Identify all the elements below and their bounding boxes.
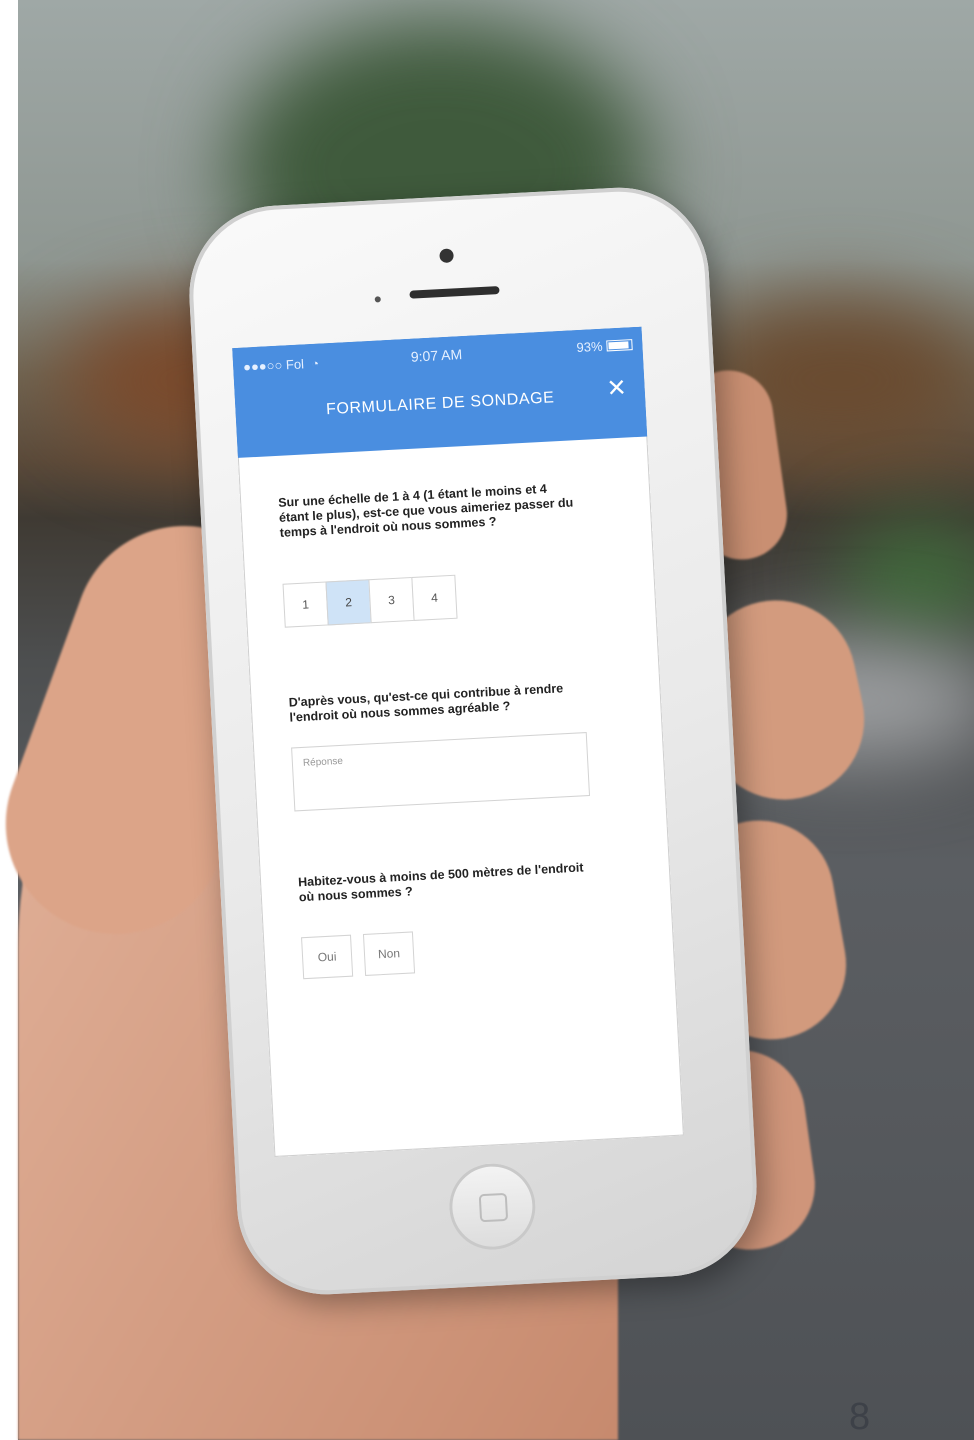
- battery-percent: 93%: [576, 338, 603, 356]
- no-button[interactable]: Non: [362, 931, 416, 976]
- home-button[interactable]: [447, 1161, 538, 1252]
- rating-option-1[interactable]: 1: [282, 581, 329, 628]
- wifi-icon: ◔: [311, 356, 320, 371]
- question-3-text: Habitez-vous à moins de 500 mètres de l'…: [297, 860, 584, 905]
- camera-icon: [439, 248, 454, 264]
- rating-option-2[interactable]: 2: [325, 579, 372, 626]
- earpiece-speaker: [409, 286, 500, 299]
- page-title: FORMULAIRE DE SONDAGE: [325, 389, 555, 419]
- rating-option-4[interactable]: 4: [411, 574, 458, 621]
- carrier-label: ●●●○○ Fol ◔: [242, 356, 320, 375]
- rating-scale: 1 2 3 4: [282, 574, 458, 628]
- question-2-text: D'après vous, qu'est-ce qui contribue à …: [288, 681, 564, 725]
- phone-screen: ●●●○○ Fol ◔ 9:07 AM 93% FORMULAIRE DE SO…: [232, 326, 684, 1157]
- carrier-text: ●●●○○ Fol: [242, 356, 305, 375]
- page-number: 8: [849, 1396, 871, 1438]
- phone-device: ●●●○○ Fol ◔ 9:07 AM 93% FORMULAIRE DE SO…: [184, 183, 762, 1299]
- status-bar: ●●●○○ Fol ◔ 9:07 AM 93%: [243, 335, 634, 377]
- yes-no-group: Oui Non: [301, 931, 416, 980]
- battery-icon: [606, 339, 633, 352]
- home-square-icon: [478, 1192, 509, 1223]
- page-margin: [0, 0, 18, 1440]
- app-bar: ●●●○○ Fol ◔ 9:07 AM 93% FORMULAIRE DE SO…: [232, 326, 648, 458]
- answer-input[interactable]: Réponse: [291, 732, 591, 812]
- battery-indicator: 93%: [576, 337, 633, 355]
- close-icon[interactable]: ✕: [606, 373, 628, 403]
- question-1-text: Sur une échelle de 1 à 4 (1 étant le moi…: [277, 481, 574, 540]
- bush-blur: [840, 520, 974, 640]
- sensor-dot: [374, 296, 381, 303]
- yes-button[interactable]: Oui: [301, 934, 354, 980]
- rating-option-3[interactable]: 3: [368, 576, 415, 624]
- status-time: 9:07 AM: [410, 346, 463, 365]
